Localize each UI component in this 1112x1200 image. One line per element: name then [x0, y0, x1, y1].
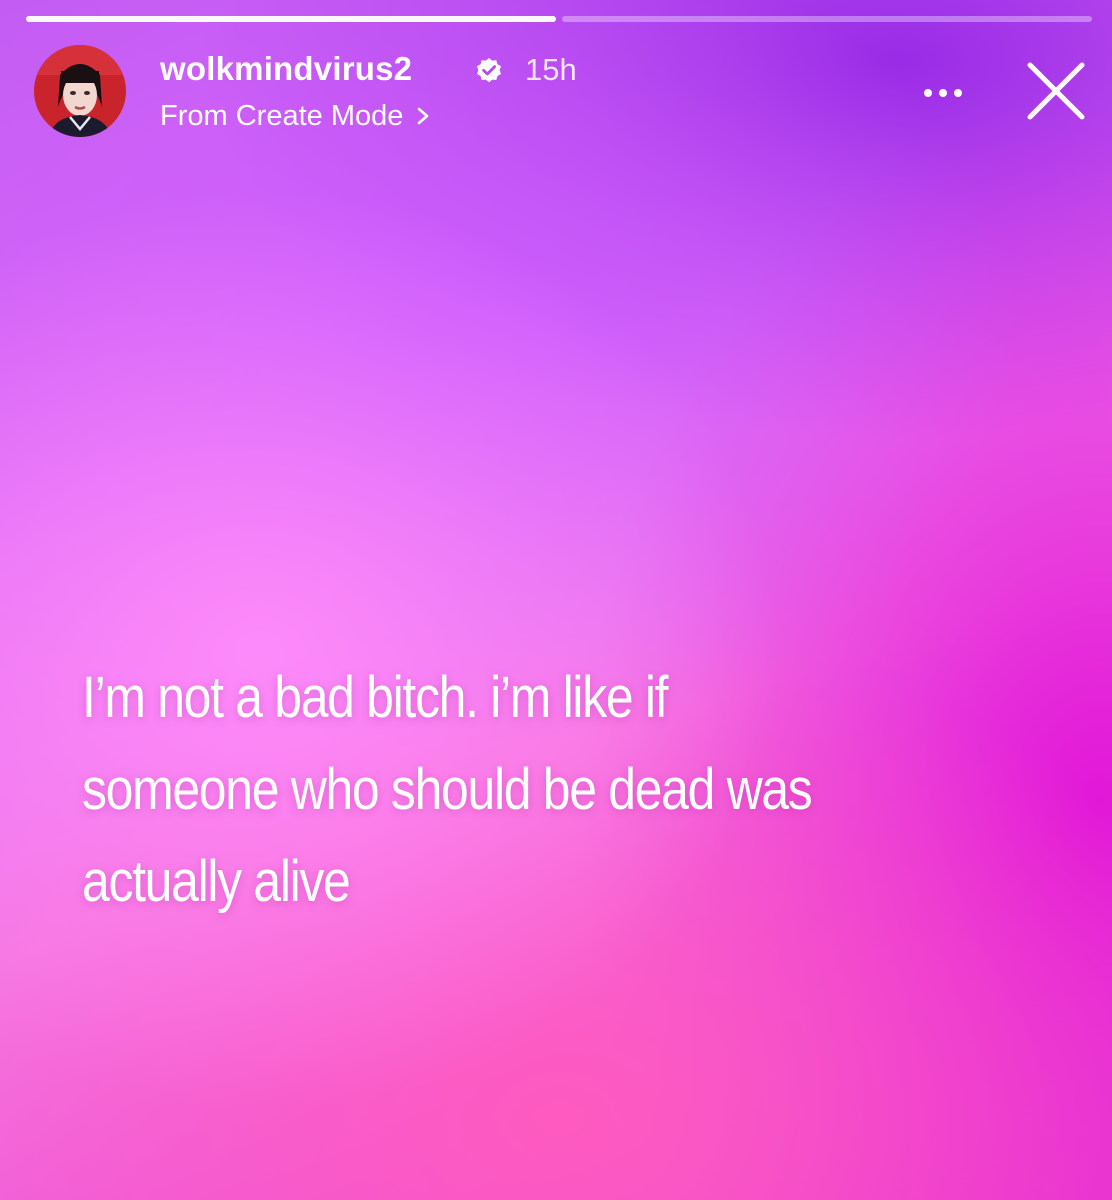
verified-badge-icon: [477, 58, 501, 83]
chevron-right-icon: [418, 107, 429, 125]
more-horizontal-icon: [924, 89, 932, 97]
source-label: From Create Mode: [160, 99, 404, 132]
username[interactable]: wolkmindvirus2: [160, 50, 412, 88]
story-text-line: actually alive: [82, 849, 351, 914]
story-progress-bar: [26, 16, 1092, 22]
close-icon[interactable]: [1020, 55, 1092, 127]
post-time: 15h: [525, 52, 577, 87]
avatar-image: [34, 45, 126, 137]
story-text-line: someone who should be dead was: [82, 757, 813, 822]
story-text-line: I’m not a bad bitch. i’m like if: [82, 665, 669, 730]
more-options-button[interactable]: [912, 70, 974, 116]
avatar[interactable]: [34, 45, 126, 137]
story-text: I’m not a bad bitch. i’m like if someone…: [82, 652, 925, 928]
progress-segment: [562, 16, 1092, 22]
progress-segment: [26, 16, 556, 22]
create-mode-link[interactable]: From Create Mode: [160, 98, 435, 134]
story-viewer[interactable]: wolkmindvirus2 15h From Create Mode I’m …: [0, 0, 1112, 1200]
